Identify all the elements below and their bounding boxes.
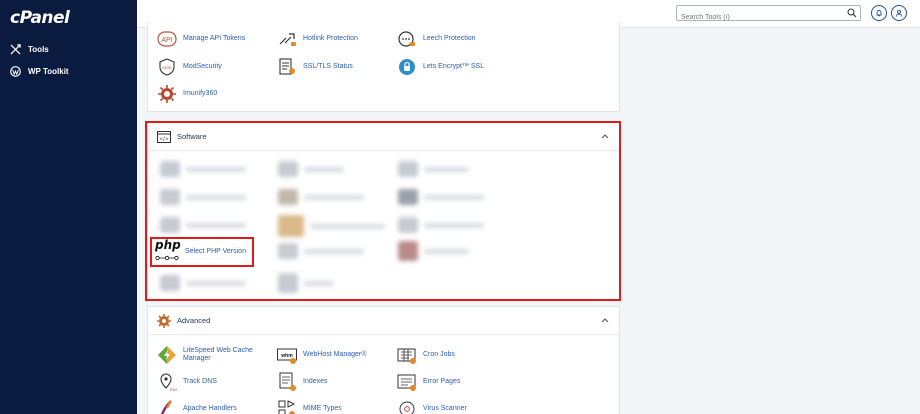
virus-scanner-icon (397, 399, 417, 414)
mime-types-icon (277, 399, 297, 414)
svg-text:MOD: MOD (162, 65, 171, 70)
advanced-panel-header[interactable]: Advanced (148, 307, 619, 335)
imunify-icon (157, 84, 177, 104)
ssl-status-icon (277, 57, 297, 77)
apache-handlers-link[interactable]: Apache Handlers (157, 399, 237, 414)
api-icon: API (157, 29, 177, 49)
imunify360-link[interactable]: Imunify360 (157, 84, 217, 104)
hotlink-icon (277, 29, 297, 49)
indexes-icon (277, 372, 297, 392)
error-pages-icon (397, 372, 417, 392)
webhost-manager-link[interactable]: whm WebHost Manager® (277, 345, 366, 365)
sidebar-item-label: WP Toolkit (28, 67, 69, 76)
apache-handlers-icon (157, 399, 177, 414)
manage-api-tokens-link[interactable]: API Manage API Tokens (157, 29, 245, 49)
litespeed-web-cache-manager-link[interactable]: LiteSpeed Web Cache Manager (157, 345, 253, 365)
svg-text:DNS: DNS (170, 387, 177, 392)
search-icon[interactable] (847, 8, 857, 18)
lets-encrypt-icon (397, 57, 417, 77)
leech-protection-link[interactable]: Leech Protection (397, 29, 476, 49)
security-panel: API Manage API Tokens Hotlink Protection… (147, 22, 620, 112)
error-pages-link[interactable]: Error Pages (397, 372, 460, 392)
chevron-up-icon[interactable] (601, 317, 609, 323)
svg-text:whm: whm (280, 353, 293, 359)
lets-encrypt-ssl-link[interactable]: Lets Encrypt™ SSL (397, 57, 484, 77)
sidebar-item-label: Tools (28, 45, 49, 54)
leech-icon (397, 29, 417, 49)
tools-icon (10, 44, 21, 55)
hotlink-protection-link[interactable]: Hotlink Protection (277, 29, 358, 49)
wordpress-icon (10, 66, 21, 77)
cron-icon (397, 345, 417, 365)
track-dns-icon: DNS (157, 372, 177, 392)
cpanel-logo[interactable]: cPanel (10, 8, 70, 28)
bell-icon (876, 10, 882, 17)
gear-icon (157, 314, 171, 328)
search-input[interactable] (677, 10, 842, 25)
sidebar-item-wp-toolkit[interactable]: WP Toolkit (10, 66, 69, 77)
mime-types-link[interactable]: MIME Types (277, 399, 342, 414)
user-icon (896, 9, 902, 17)
modsecurity-link[interactable]: MOD ModSecurity (157, 57, 222, 77)
sidebar: cPanel Tools WP Toolkit (0, 0, 137, 414)
sidebar-item-tools[interactable]: Tools (10, 44, 49, 55)
track-dns-link[interactable]: DNS Track DNS (157, 372, 217, 392)
advanced-panel: Advanced LiteSpeed Web Cache Manager whm … (147, 306, 620, 414)
modsecurity-icon: MOD (157, 57, 177, 77)
cron-jobs-link[interactable]: Cron Jobs (397, 345, 455, 365)
litespeed-icon (157, 345, 177, 365)
user-menu-button[interactable] (891, 5, 907, 21)
indexes-link[interactable]: Indexes (277, 372, 328, 392)
software-section-highlight (145, 121, 621, 301)
notifications-button[interactable] (871, 5, 887, 21)
whm-icon: whm (277, 345, 297, 365)
select-php-version-highlight (150, 237, 254, 267)
search-box (676, 5, 861, 25)
svg-text:API: API (161, 37, 172, 44)
advanced-panel-title: Advanced (177, 316, 211, 325)
virus-scanner-link[interactable]: Virus Scanner (397, 399, 467, 414)
ssl-tls-status-link[interactable]: SSL/TLS Status (277, 57, 353, 77)
